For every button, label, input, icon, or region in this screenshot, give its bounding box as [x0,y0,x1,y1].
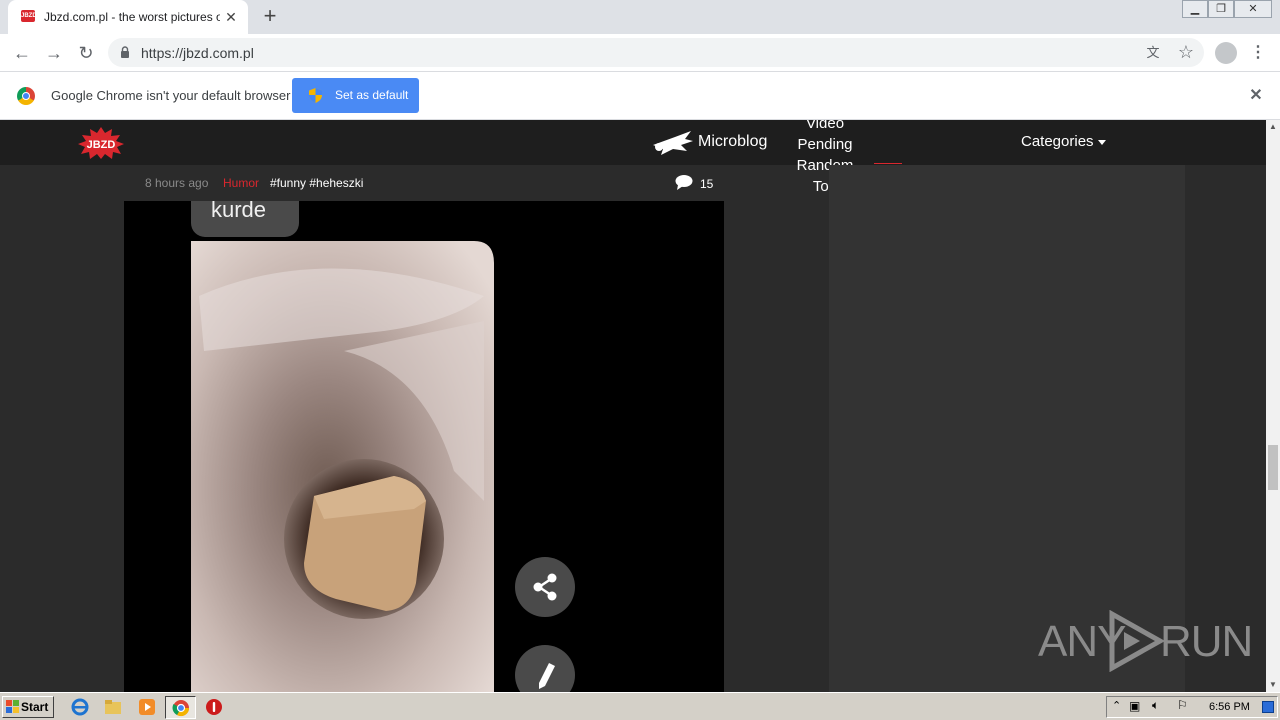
infobar-message: Google Chrome isn't your default browser [51,88,291,103]
comment-bubble-icon[interactable] [675,175,693,190]
close-tab-icon[interactable]: ✕ [222,8,240,26]
play-logo-icon [1109,610,1166,672]
media-player-icon[interactable] [138,698,156,716]
file-explorer-icon[interactable] [104,698,122,716]
system-tray: ⌃ ▣ 🔈︎ ⚐ 6:56 PM [1106,696,1278,718]
close-infobar-icon[interactable]: ✕ [1246,86,1266,106]
taskbar-chrome-button[interactable] [165,696,196,719]
watermark-text-run: RUN [1160,617,1253,666]
start-button[interactable]: Start [2,696,54,718]
post-image[interactable]: kurde [124,201,724,692]
pencil-icon [539,663,555,689]
new-tab-icon[interactable]: + [258,5,282,29]
jbzd-logo[interactable]: JBZD [78,127,124,159]
site-favicon-icon: JBZD [21,10,37,22]
caret-down-icon [1097,139,1106,145]
taskbar-clock[interactable]: 6:56 PM [1209,701,1250,714]
comment-count[interactable]: 15 [700,177,713,191]
post-meta-bar: 8 hours ago Humor #funny #heheszki 15 [124,165,724,201]
tab-title: Jbzd.com.pl - the worst pictures on t [44,10,220,24]
post-time: 8 hours ago [145,176,209,190]
bookmark-star-icon[interactable]: ☆ [1176,42,1196,62]
chrome-logo-icon [17,87,35,105]
anyrun-watermark: ANY RUN [1038,608,1253,678]
post-tags[interactable]: #funny #heheszki [270,176,363,190]
address-bar[interactable]: https://jbzd.com.pl 文 ☆ [108,38,1204,67]
post-category-link[interactable]: Humor [223,176,259,190]
share-icon [533,573,557,601]
chrome-taskbar-icon [172,700,190,717]
back-icon[interactable]: ← [10,41,34,65]
nav-video-link[interactable]: Video [784,120,866,134]
nav-microblog-link[interactable]: Microblog [698,133,767,151]
nav-active-underline [874,163,902,164]
windows-taskbar: Start ⌃ ▣ 🔈︎ ⚐ 6:56 PM [0,692,1280,720]
nav-categories-dropdown[interactable]: Categories [1021,133,1106,151]
web-page: JBZD Microblog Video Pending Random Top … [0,120,1266,692]
forward-icon[interactable]: → [42,41,66,65]
close-window-icon[interactable]: ✕ [1234,0,1272,18]
scroll-down-arrow-icon[interactable]: ▼ [1266,678,1280,692]
post-photo: kurde [191,201,494,692]
reload-icon[interactable]: ↻ [74,41,98,65]
restore-window-icon[interactable]: ❐ [1208,0,1234,18]
browser-toolbar: ← → ↻ https://jbzd.com.pl 文 ☆ ⋮ [0,34,1280,72]
logo-text: JBZD [87,139,116,151]
translate-icon[interactable]: 文 [1144,44,1162,62]
show-desktop-icon[interactable] [1262,701,1274,713]
edit-button[interactable] [515,645,575,692]
site-navbar: JBZD Microblog Video Pending Random Top … [0,120,1266,195]
profile-avatar-icon[interactable] [1215,42,1237,64]
windows-flag-icon [6,700,19,713]
url-text[interactable]: https://jbzd.com.pl [141,45,254,61]
start-label: Start [21,700,49,714]
nav-pending-link[interactable]: Pending [784,134,866,155]
microblog-megaphone-icon[interactable] [651,131,695,157]
page-scrollbar[interactable]: ▲ ▼ [1266,120,1280,692]
tray-expand-icon[interactable]: ⌃ [1112,699,1121,712]
default-browser-infobar: Google Chrome isn't your default browser… [0,72,1280,120]
scroll-up-arrow-icon[interactable]: ▲ [1266,120,1280,134]
shield-icon [309,88,322,103]
network-icon[interactable]: ▣ [1129,699,1140,713]
browser-tab[interactable]: JBZD Jbzd.com.pl - the worst pictures on… [8,0,248,34]
set-as-default-label: Set as default [335,88,409,102]
image-caption-text: kurde [211,201,266,222]
action-center-flag-icon[interactable]: ⚐ [1177,698,1188,712]
categories-label: Categories [1021,133,1094,150]
tab-strip: JBZD Jbzd.com.pl - the worst pictures on… [0,0,1280,34]
volume-icon[interactable]: 🔈︎ [1152,698,1159,713]
lock-icon [121,46,129,58]
internet-explorer-icon[interactable] [71,698,89,716]
set-as-default-button[interactable]: Set as default [292,78,419,113]
opera-stop-icon[interactable] [205,698,223,716]
share-button[interactable] [515,557,575,617]
scrollbar-thumb[interactable] [1268,445,1278,490]
chrome-menu-icon[interactable]: ⋮ [1250,42,1266,64]
minimize-window-icon[interactable]: ▁ [1182,0,1208,18]
